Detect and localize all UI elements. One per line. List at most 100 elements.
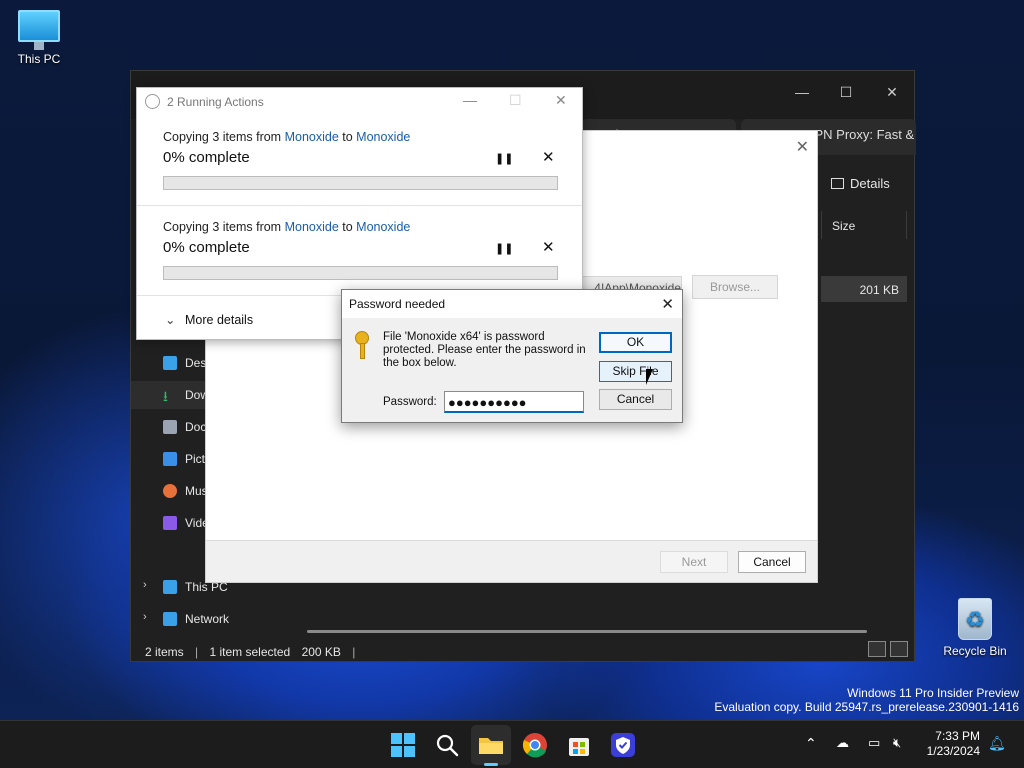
this-pc-desktop-icon[interactable]: This PC: [0, 10, 79, 66]
operation-description: Copying 3 items from Monoxide to Monoxid…: [163, 220, 410, 234]
desktop-icon-label: Recycle Bin: [943, 644, 1007, 658]
notification-bell-icon[interactable]: 🔔︎: [988, 735, 1006, 752]
vpn-taskbar-button[interactable]: [609, 731, 637, 759]
clock-time: 7:33 PM: [935, 729, 980, 743]
password-field[interactable]: ●●●●●●●●●●: [444, 391, 584, 413]
pause-button[interactable]: ❚❚: [495, 152, 513, 165]
details-view-icon[interactable]: [868, 641, 886, 657]
operation-mid: to: [338, 130, 357, 144]
file-size-cell[interactable]: 201 KB: [821, 276, 907, 302]
search-button[interactable]: [433, 731, 461, 759]
pictures-icon: [163, 452, 177, 466]
operation-prefix: Copying 3 items from: [163, 220, 285, 234]
file-explorer-taskbar-button[interactable]: [477, 731, 505, 759]
cancel-button[interactable]: Cancel: [599, 389, 672, 410]
progress-bar: [163, 176, 558, 190]
key-icon: [355, 331, 371, 361]
chrome-taskbar-button[interactable]: [521, 731, 549, 759]
selection-count: 1 item selected: [209, 645, 291, 659]
chevron-right-icon[interactable]: ›: [143, 579, 147, 591]
windows-logo-icon: [391, 733, 415, 757]
progress-bar: [163, 266, 558, 280]
dialog-title-text: 2 Running Actions: [167, 95, 264, 109]
stop-button[interactable]: ✕: [542, 238, 555, 256]
close-icon[interactable]: ✕: [661, 295, 674, 313]
store-icon: [569, 738, 589, 756]
details-pane-button[interactable]: Details: [831, 176, 890, 191]
system-clock[interactable]: 7:33 PM 1/23/2024: [927, 729, 980, 759]
network-icon: [163, 612, 177, 626]
active-indicator: [484, 763, 498, 766]
taskbar: ⌃ ☁ ▭ 🔇︎ 7:33 PM 1/23/2024 🔔︎: [0, 720, 1024, 768]
operation-mid: to: [338, 220, 357, 234]
watermark-line: Windows 11 Pro Insider Preview: [847, 686, 1019, 700]
source-link[interactable]: Monoxide: [285, 130, 339, 144]
clock-icon: [145, 94, 160, 109]
operation-description: Copying 3 items from Monoxide to Monoxid…: [163, 130, 410, 144]
network-icon[interactable]: ▭: [868, 735, 880, 751]
chevron-up-icon[interactable]: ⌃: [805, 735, 817, 752]
skip-file-button[interactable]: Skip File: [599, 361, 672, 382]
copy-operation: Copying 3 items from Monoxide to Monoxid…: [137, 116, 582, 206]
music-icon: [163, 484, 177, 498]
document-icon: [163, 420, 177, 434]
minimize-button[interactable]: —: [463, 92, 477, 108]
speaker-muted-icon[interactable]: 🔇︎: [893, 735, 901, 751]
status-bar: 2 items | 1 item selected 200 KB |: [131, 641, 914, 663]
source-link[interactable]: Monoxide: [285, 220, 339, 234]
browse-button[interactable]: Browse...: [692, 275, 778, 299]
search-icon: [436, 734, 459, 757]
view-toggle: [864, 641, 908, 660]
minimize-button[interactable]: —: [779, 77, 825, 107]
percent-complete: 0% complete: [163, 239, 250, 256]
chrome-icon: [522, 733, 547, 758]
destination-link[interactable]: Monoxide: [356, 130, 410, 144]
operation-prefix: Copying 3 items from: [163, 130, 285, 144]
dialog-title: Password needed: [342, 290, 682, 318]
stop-button[interactable]: ✕: [542, 148, 555, 166]
password-message: File 'Monoxide x64' is password protecte…: [383, 331, 586, 369]
tiles-view-icon[interactable]: [890, 641, 908, 657]
divider: |: [195, 645, 199, 659]
computer-icon: [163, 580, 177, 594]
shield-icon: [611, 733, 635, 757]
percent-complete: 0% complete: [163, 149, 250, 166]
maximize-button: ☐: [509, 92, 522, 108]
close-button[interactable]: ✕: [555, 92, 567, 109]
size-column-header[interactable]: Size: [821, 211, 907, 239]
desktop-icon-label: This PC: [17, 52, 61, 66]
password-dialog: Password needed ✕ File 'Monoxide x64' is…: [341, 289, 683, 423]
start-button[interactable]: [389, 731, 417, 759]
selection-size: 200 KB: [301, 645, 341, 659]
next-button[interactable]: Next: [660, 551, 728, 573]
details-icon: [831, 178, 844, 189]
copy-operation: Copying 3 items from Monoxide to Monoxid…: [137, 206, 582, 296]
sidebar-item-label: Network: [185, 612, 230, 626]
chevron-right-icon[interactable]: ›: [143, 611, 147, 623]
cancel-button[interactable]: Cancel: [738, 551, 806, 573]
ok-button[interactable]: OK: [599, 332, 672, 353]
divider: |: [352, 645, 356, 659]
folder-icon: [479, 738, 503, 754]
cloud-offline-icon[interactable]: ☁: [836, 735, 849, 751]
maximize-button[interactable]: ☐: [823, 77, 869, 107]
sidebar-item-network[interactable]: › Network: [131, 605, 289, 633]
clock-date: 1/23/2024: [926, 744, 980, 758]
store-taskbar-button[interactable]: [565, 731, 593, 759]
destination-link[interactable]: Monoxide: [356, 220, 410, 234]
details-label: Details: [850, 176, 890, 191]
more-details-toggle[interactable]: ⌄ More details: [165, 312, 253, 327]
evaluation-watermark: Windows 11 Pro Insider Preview Evaluatio…: [714, 686, 1019, 714]
video-icon: [163, 516, 177, 530]
close-icon[interactable]: ✕: [796, 137, 809, 157]
mouse-cursor-icon: [646, 369, 653, 385]
horizontal-scrollbar[interactable]: [307, 630, 867, 633]
more-details-label: More details: [185, 313, 254, 327]
recycle-bin-icon: ♻: [958, 598, 992, 640]
password-label: Password:: [383, 396, 437, 408]
download-icon: ⭳: [163, 388, 168, 404]
recycle-bin-desktop-icon[interactable]: ♻ Recycle Bin: [935, 598, 1015, 658]
close-button[interactable]: ✕: [869, 77, 915, 107]
wizard-footer: Next Cancel: [206, 540, 817, 582]
pause-button[interactable]: ❚❚: [495, 242, 513, 255]
